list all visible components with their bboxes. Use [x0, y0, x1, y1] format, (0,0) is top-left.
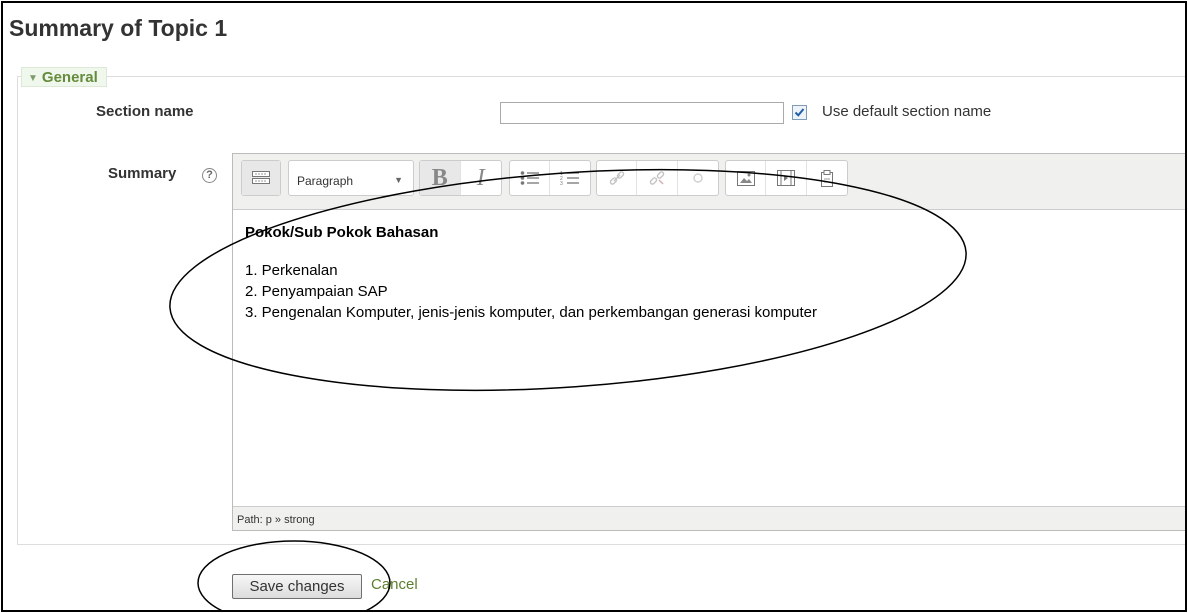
content-item: 2. Penyampaian SAP	[245, 283, 388, 300]
link-group	[596, 160, 719, 196]
form-window: Summary of Topic 1 ▼ General Section name…	[1, 1, 1187, 612]
toolbar-toggle-group	[241, 160, 281, 196]
list-group: 123	[509, 160, 591, 196]
anchor-icon[interactable]	[678, 161, 718, 195]
save-changes-button[interactable]: Save changes	[232, 574, 362, 599]
cancel-link[interactable]: Cancel	[371, 576, 418, 593]
media-icon[interactable]	[766, 161, 807, 195]
format-select[interactable]: Paragraph ▼	[288, 160, 414, 196]
section-name-label: Section name	[96, 103, 194, 120]
use-default-checkbox[interactable]	[792, 105, 807, 120]
chevron-down-icon: ▼	[394, 175, 403, 185]
insert-group	[725, 160, 848, 196]
summary-editor[interactable]: Paragraph ▼ B I 123 Pokok/Sub Pokok Baha…	[232, 153, 1185, 531]
bullet-list-icon[interactable]	[510, 161, 551, 195]
image-icon[interactable]	[726, 161, 767, 195]
page-title: Summary of Topic 1	[9, 15, 228, 41]
content-heading: Pokok/Sub Pokok Bahasan	[245, 224, 439, 241]
editor-toolbar: Paragraph ▼ B I 123	[233, 154, 1185, 210]
section-name-input[interactable]	[500, 102, 784, 124]
format-select-value: Paragraph	[297, 174, 354, 188]
content-item: 1. Perkenalan	[245, 262, 338, 279]
unlink-icon[interactable]	[637, 161, 678, 195]
editor-path: Path: p » strong	[237, 514, 315, 526]
summary-label: Summary	[108, 165, 177, 182]
toolbar-toggle-icon[interactable]	[242, 161, 280, 195]
legend-label: General	[41, 69, 98, 86]
help-icon[interactable]: ?	[202, 168, 217, 183]
content-item: 3. Pengenalan Komputer, jenis-jenis komp…	[245, 304, 818, 321]
svg-text:3: 3	[560, 181, 563, 186]
bold-icon[interactable]: B	[420, 161, 461, 195]
style-group: B I	[419, 160, 502, 196]
editor-path-bar: Path: p » strong	[233, 506, 1185, 530]
use-default-label: Use default section name	[822, 103, 992, 120]
collapse-triangle-icon: ▼	[28, 73, 38, 84]
link-icon[interactable]	[597, 161, 638, 195]
numbered-list-icon[interactable]: 123	[550, 161, 590, 195]
italic-icon[interactable]: I	[461, 161, 502, 195]
checkmark-icon	[794, 108, 805, 117]
general-legend[interactable]: ▼ General	[21, 67, 107, 87]
paste-icon[interactable]	[807, 161, 847, 195]
editor-content[interactable]: Pokok/Sub Pokok Bahasan 1. Perkenalan 2.…	[245, 224, 817, 323]
